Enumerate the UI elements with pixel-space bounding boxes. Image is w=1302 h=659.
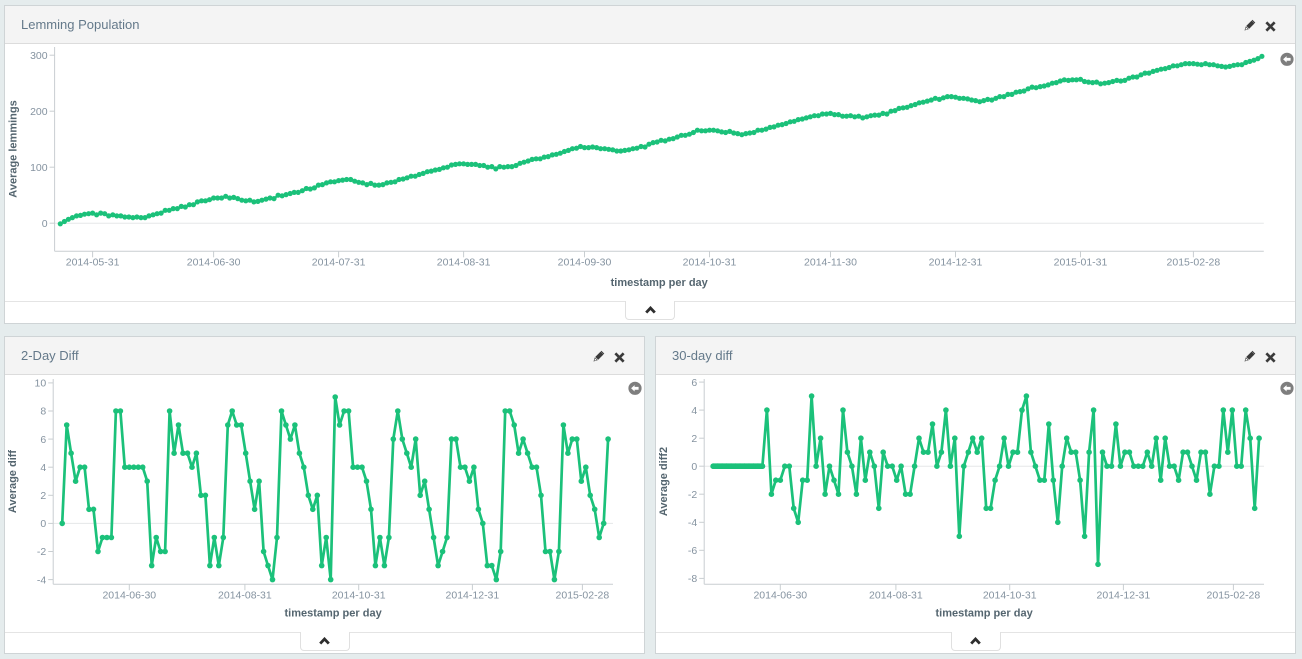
svg-text:2015-02-28: 2015-02-28 — [1207, 589, 1261, 601]
svg-text:2014-10-31: 2014-10-31 — [983, 589, 1037, 601]
svg-text:0: 0 — [40, 518, 46, 530]
svg-text:6: 6 — [40, 434, 46, 446]
svg-text:timestamp per day: timestamp per day — [935, 608, 1033, 620]
svg-text:100: 100 — [30, 162, 48, 174]
svg-text:2015-01-31: 2015-01-31 — [1054, 256, 1108, 268]
svg-text:2014-08-31: 2014-08-31 — [218, 589, 272, 601]
svg-text:2014-09-30: 2014-09-30 — [558, 256, 612, 268]
svg-text:-4: -4 — [688, 517, 697, 529]
svg-text:2014-11-30: 2014-11-30 — [804, 256, 857, 268]
svg-text:2015-02-28: 2015-02-28 — [556, 589, 610, 601]
svg-text:timestamp per day: timestamp per day — [611, 277, 709, 289]
svg-text:Average lemmings: Average lemmings — [8, 100, 20, 197]
svg-text:2014-12-31: 2014-12-31 — [1097, 589, 1151, 601]
svg-text:-8: -8 — [688, 573, 697, 585]
svg-text:2014-08-31: 2014-08-31 — [437, 256, 491, 268]
svg-text:2: 2 — [691, 433, 697, 445]
svg-text:2014-05-31: 2014-05-31 — [66, 256, 120, 268]
svg-text:-4: -4 — [37, 574, 46, 586]
svg-text:10: 10 — [35, 378, 47, 390]
svg-text:Average diff2: Average diff2 — [658, 447, 670, 516]
svg-text:2014-07-31: 2014-07-31 — [312, 256, 366, 268]
svg-text:2014-06-30: 2014-06-30 — [753, 589, 807, 601]
svg-text:-2: -2 — [37, 546, 46, 558]
svg-text:-6: -6 — [688, 545, 697, 557]
svg-text:2014-12-31: 2014-12-31 — [446, 589, 500, 601]
svg-text:2015-02-28: 2015-02-28 — [1167, 256, 1221, 268]
svg-text:200: 200 — [30, 106, 48, 118]
svg-text:4: 4 — [40, 462, 46, 474]
svg-text:-2: -2 — [688, 489, 697, 501]
svg-text:2: 2 — [40, 490, 46, 502]
svg-text:0: 0 — [42, 218, 48, 230]
svg-text:2014-10-31: 2014-10-31 — [683, 256, 737, 268]
svg-text:2014-12-31: 2014-12-31 — [929, 256, 983, 268]
svg-text:2014-08-31: 2014-08-31 — [869, 589, 923, 601]
svg-text:0: 0 — [691, 461, 697, 473]
svg-text:2014-06-30: 2014-06-30 — [187, 256, 241, 268]
svg-text:2014-10-31: 2014-10-31 — [332, 589, 386, 601]
svg-text:4: 4 — [691, 405, 697, 417]
svg-text:Average diff: Average diff — [7, 450, 19, 514]
svg-text:6: 6 — [691, 377, 697, 389]
svg-text:8: 8 — [40, 406, 46, 418]
svg-text:2014-06-30: 2014-06-30 — [102, 589, 156, 601]
svg-text:300: 300 — [30, 50, 48, 62]
svg-text:timestamp per day: timestamp per day — [284, 608, 382, 620]
